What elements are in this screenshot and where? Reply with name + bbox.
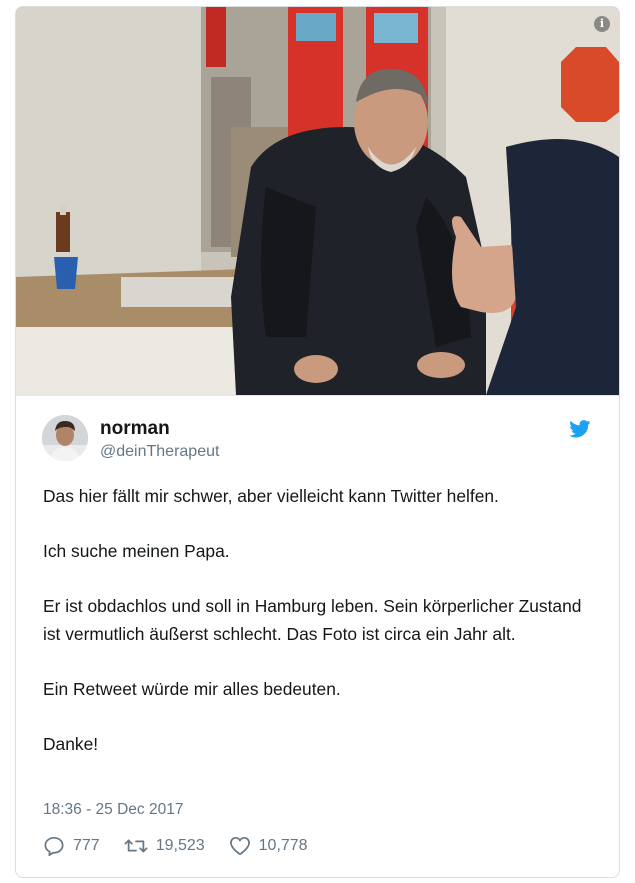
tweet-actions: 777 19,523 10,778 xyxy=(43,835,332,857)
tweet-paragraph: Ich suche meinen Papa. xyxy=(43,541,230,561)
heart-icon xyxy=(229,836,250,856)
tweet-paragraph: Danke! xyxy=(43,733,99,754)
photo-image xyxy=(16,7,619,395)
tweet-paragraph: Das hier fällt mir schwer, aber vielleic… xyxy=(43,486,499,506)
like-count: 10,778 xyxy=(258,837,308,854)
reply-count: 777 xyxy=(73,837,100,854)
tweet-text: Das hier fällt mir schwer, aber vielleic… xyxy=(43,483,603,786)
twitter-bird-icon[interactable] xyxy=(569,420,591,438)
avatar-icon xyxy=(42,415,88,461)
avatar[interactable] xyxy=(42,415,88,461)
user-handle[interactable]: @deinTherapeut xyxy=(100,443,219,461)
reply-icon xyxy=(44,836,64,856)
info-icon[interactable]: i xyxy=(594,16,610,32)
tweet-photo[interactable]: i xyxy=(16,7,619,395)
reply-button[interactable]: 777 xyxy=(43,836,100,856)
retweet-count: 19,523 xyxy=(155,837,205,854)
display-name[interactable]: norman xyxy=(100,418,170,440)
tweet-paragraph: Er ist obdachlos und soll in Hamburg leb… xyxy=(43,596,587,644)
retweet-button[interactable]: 19,523 xyxy=(124,836,205,856)
tweet-card[interactable]: i norman @deinTherapeut Das hier fällt m… xyxy=(15,6,620,878)
like-button[interactable]: 10,778 xyxy=(229,836,308,856)
photo-divider xyxy=(16,395,619,396)
retweet-icon xyxy=(124,839,148,853)
tweet-timestamp[interactable]: 18:36 - 25 Dec 2017 xyxy=(43,801,183,819)
tweet-paragraph: Ein Retweet würde mir alles bedeuten. xyxy=(43,678,341,699)
